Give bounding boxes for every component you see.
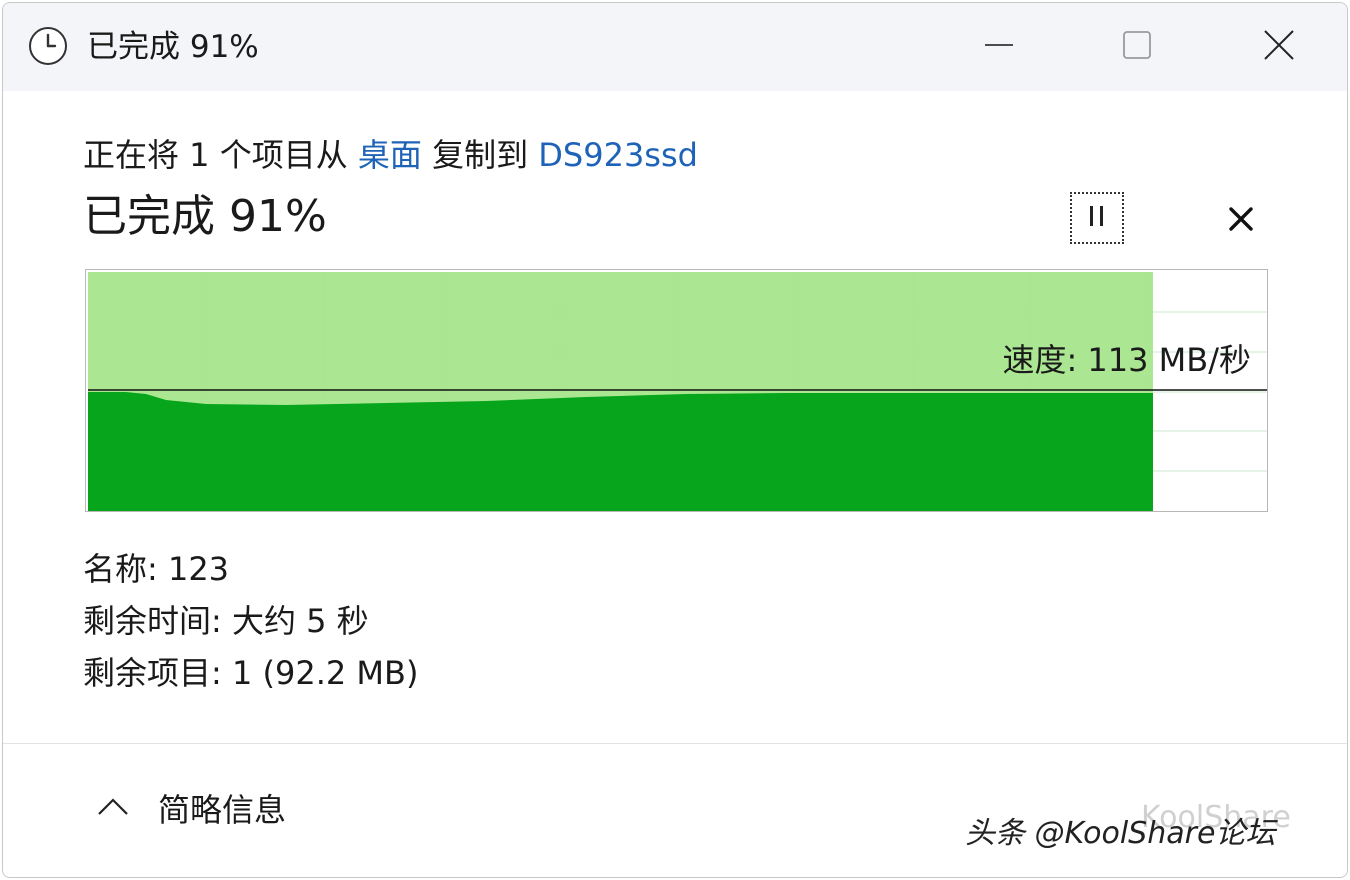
file-name-label: 名称: 123 [83,550,230,588]
copy-description: 正在将 1 个项目从 桌面 复制到 DS923ssd [83,133,698,177]
cancel-button[interactable] [1215,195,1267,247]
pause-icon [1085,205,1109,231]
maximize-icon [1121,29,1153,65]
destination-link[interactable]: DS923ssd [538,136,698,174]
speed-graph: 速度: 113 MB/秒 [85,269,1268,512]
copy-prefix: 正在将 1 个项目从 [83,136,358,174]
maximize-button[interactable] [1087,3,1187,91]
speed-history-area [88,392,1153,511]
dialog-footer: 简略信息 KoolShare 头条 @KoolShare论坛 [3,744,1347,877]
title-bar[interactable]: 已完成 91% [3,3,1347,91]
minimize-icon [983,29,1015,65]
clock-icon [27,25,69,67]
speed-label: 速度: 113 MB/秒 [1002,341,1251,379]
source-link[interactable]: 桌面 [358,136,422,174]
speed-graph-svg [88,272,1267,511]
pause-button[interactable] [1070,192,1124,244]
minimize-button[interactable] [949,3,1049,91]
copy-middle: 复制到 [421,136,539,174]
items-remaining-label: 剩余项目: 1 (92.2 MB) [83,654,419,692]
window-title: 已完成 91% [87,29,259,65]
chevron-up-icon[interactable] [95,792,131,820]
window-close-button[interactable] [1229,3,1329,91]
copy-dialog-window: 已完成 91% 正在将 1 个项目从 桌面 复制到 DS923ssd 已完成 9… [2,2,1348,878]
close-icon [1262,28,1296,66]
cancel-icon [1228,206,1254,236]
time-remaining-label: 剩余时间: 大约 5 秒 [83,602,369,640]
progress-percent: 已完成 91% [83,191,327,242]
watermark-text: 头条 @KoolShare论坛 [965,816,1276,851]
fewer-details-button[interactable]: 简略信息 [158,790,286,830]
